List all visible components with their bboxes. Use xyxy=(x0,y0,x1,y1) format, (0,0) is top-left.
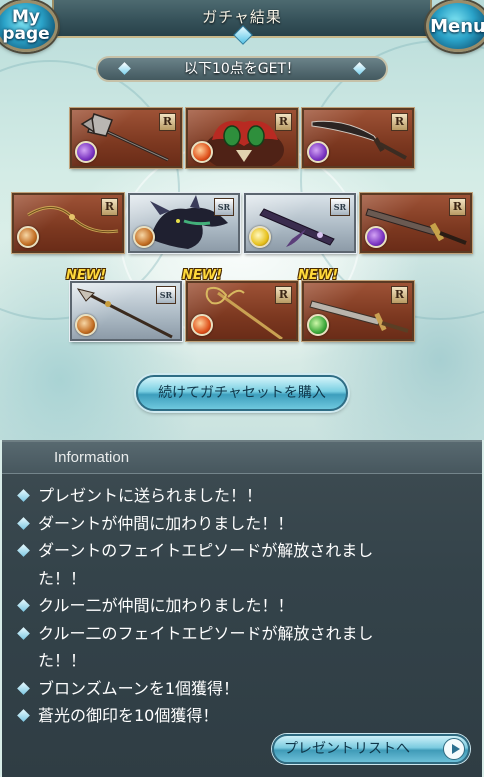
get-banner-text: 以下10点をGET！ xyxy=(183,61,301,77)
menu-button[interactable]: Menu xyxy=(426,0,484,52)
diamond-icon xyxy=(353,62,366,75)
info-text: ダーントが仲間に加わりました！！ xyxy=(38,513,294,533)
new-badge: NEW! xyxy=(182,268,223,283)
diamond-bullet-icon xyxy=(17,709,30,722)
info-text: クルー二が仲間に加わりました！！ xyxy=(38,596,294,615)
information-list: プレゼントに送られました！！ ダーントが仲間に加わりました！！ ダーントのフェイ… xyxy=(16,482,416,730)
rarity-badge: R xyxy=(275,286,292,304)
light-element-icon xyxy=(249,226,271,248)
result-card-6[interactable]: SR xyxy=(244,193,356,253)
result-card-5[interactable]: SR xyxy=(128,193,240,253)
diamond-bullet-icon xyxy=(17,681,30,695)
info-text: 蒼光の御印を10個獲得！ xyxy=(38,706,219,725)
rarity-badge: R xyxy=(275,113,292,131)
diamond-bullet-icon xyxy=(17,544,30,557)
rarity-badge: SR xyxy=(330,198,350,216)
gacha-result-scene: ガチャ結果 My page Menu 以下10点をGET！ R R R R SR… xyxy=(0,0,484,440)
fire-element-icon xyxy=(191,314,213,336)
list-item: クルー二が仲間に加わりました！！ xyxy=(16,592,416,620)
rarity-badge: R xyxy=(159,113,176,131)
new-badge: NEW! xyxy=(298,268,339,283)
dark-element-icon xyxy=(365,226,387,248)
result-card-4[interactable]: R xyxy=(12,193,124,253)
new-badge: NEW! xyxy=(66,268,107,283)
rarity-badge: R xyxy=(449,198,466,216)
info-text: プレゼントに送られました！！ xyxy=(38,486,263,505)
present-list-button[interactable]: プレゼントリストへ xyxy=(272,734,470,764)
diamond-bullet-icon xyxy=(17,626,30,640)
dark-element-icon xyxy=(307,141,329,163)
result-card-7[interactable]: R xyxy=(360,193,472,253)
wind-element-icon xyxy=(307,314,329,336)
list-item: ダーントのフェイトエピソードが解放されました！！ xyxy=(16,537,416,592)
rarity-badge: R xyxy=(391,113,408,131)
list-item: 蒼光の御印を10個獲得！ xyxy=(16,702,416,730)
result-card-8[interactable]: SR xyxy=(70,281,182,341)
page-title: ガチャ結果 xyxy=(202,8,282,26)
dark-element-icon xyxy=(75,141,97,163)
info-text: クルー二のフェイトエピソードが解放されました！！ xyxy=(38,623,374,671)
list-item: クルー二のフェイトエピソードが解放されました！！ xyxy=(16,620,416,675)
rarity-badge: SR xyxy=(214,198,234,216)
result-card-1[interactable]: R xyxy=(70,108,182,168)
info-text: ダーントのフェイトエピソードが解放されました！！ xyxy=(38,541,374,588)
arrow-right-icon xyxy=(443,738,465,760)
list-item: プレゼントに送られました！！ xyxy=(16,482,416,510)
fire-element-icon xyxy=(191,141,213,163)
diamond-icon xyxy=(118,62,131,75)
diamond-bullet-icon xyxy=(17,516,30,530)
present-list-label: プレゼントリストへ xyxy=(284,741,410,757)
list-item: ブロンズムーンを1個獲得！ xyxy=(16,675,416,703)
diamond-bullet-icon xyxy=(17,599,30,612)
mypage-button[interactable]: My page xyxy=(0,0,58,52)
earth-element-icon xyxy=(133,226,155,248)
rarity-badge: SR xyxy=(156,286,176,304)
rarity-badge: R xyxy=(391,286,408,304)
header-gem-icon xyxy=(233,25,253,45)
information-panel: Information プレゼントに送られました！！ ダーントが仲間に加わりまし… xyxy=(2,440,482,777)
information-header: Information xyxy=(2,442,482,474)
result-card-9[interactable]: R xyxy=(186,281,298,341)
mypage-label-line2: page xyxy=(2,24,50,44)
diamond-bullet-icon xyxy=(17,489,30,502)
result-card-3[interactable]: R xyxy=(302,108,414,168)
rarity-badge: R xyxy=(101,198,118,216)
get-banner: 以下10点をGET！ xyxy=(96,56,388,82)
earth-element-icon xyxy=(75,314,97,336)
result-card-10[interactable]: R xyxy=(302,281,414,341)
continue-gacha-button[interactable]: 続けてガチャセットを購入 xyxy=(136,375,348,411)
list-item: ダーントが仲間に加わりました！！ xyxy=(16,510,416,538)
information-title: Information xyxy=(54,449,130,466)
header-bar: ガチャ結果 xyxy=(52,0,432,45)
earth-element-icon xyxy=(17,226,39,248)
result-card-2[interactable]: R xyxy=(186,108,298,168)
info-text: ブロンズムーンを1個獲得！ xyxy=(38,678,240,698)
